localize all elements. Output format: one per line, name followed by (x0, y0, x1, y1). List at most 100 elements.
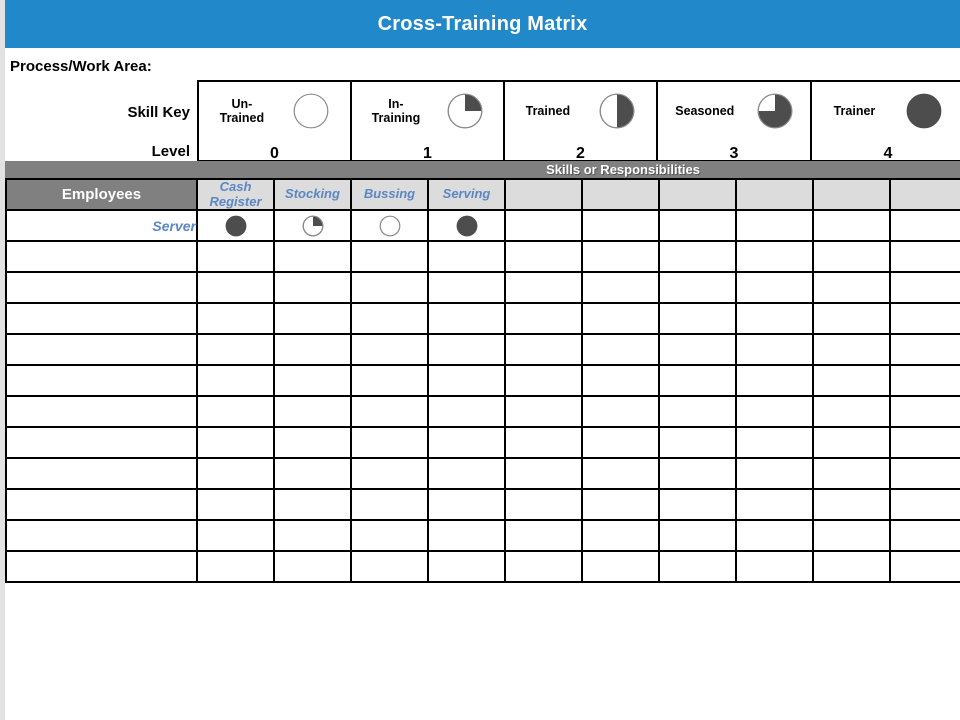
skill-cell-r12-c6[interactable] (581, 550, 660, 584)
skill-cell-r9-c4[interactable] (427, 457, 506, 491)
skill-cell-r12-c7[interactable] (658, 550, 737, 584)
skill-cell-r3-c5[interactable] (504, 271, 583, 305)
skill-cell-r3-c9[interactable] (812, 271, 891, 305)
skill-column-header-9[interactable] (812, 177, 891, 212)
skill-cell-r5-c7[interactable] (658, 333, 737, 367)
skill-cell-r3-c1[interactable] (196, 271, 275, 305)
skill-cell-r3-c8[interactable] (735, 271, 814, 305)
skill-cell-r2-c1[interactable] (196, 240, 275, 274)
employee-name-cell[interactable] (5, 519, 198, 553)
skill-cell-r5-c6[interactable] (581, 333, 660, 367)
skill-cell-r6-c3[interactable] (350, 364, 429, 398)
skill-cell-r2-c3[interactable] (350, 240, 429, 274)
skill-cell-r11-c3[interactable] (350, 519, 429, 553)
skill-cell-r2-c5[interactable] (504, 240, 583, 274)
skill-cell-r12-c8[interactable] (735, 550, 814, 584)
skill-cell-r4-c8[interactable] (735, 302, 814, 336)
skill-cell-r7-c6[interactable] (581, 395, 660, 429)
skill-column-header-4[interactable]: Serving (427, 177, 506, 212)
skill-column-header-10[interactable] (889, 177, 960, 212)
skill-column-header-3[interactable]: Bussing (350, 177, 429, 212)
skill-cell-r10-c4[interactable] (427, 488, 506, 522)
skill-cell-r1-c6[interactable] (581, 209, 660, 243)
skill-cell-r1-c7[interactable] (658, 209, 737, 243)
skill-cell-r7-c9[interactable] (812, 395, 891, 429)
skill-cell-r2-c4[interactable] (427, 240, 506, 274)
skill-cell-r8-c4[interactable] (427, 426, 506, 460)
skill-cell-r11-c1[interactable] (196, 519, 275, 553)
skill-cell-r6-c1[interactable] (196, 364, 275, 398)
skill-cell-r10-c10[interactable] (889, 488, 960, 522)
skill-cell-r5-c10[interactable] (889, 333, 960, 367)
skill-cell-r3-c3[interactable] (350, 271, 429, 305)
employee-name-cell[interactable] (5, 550, 198, 584)
skill-cell-r7-c2[interactable] (273, 395, 352, 429)
employee-name-cell[interactable]: Server (5, 209, 198, 243)
skill-cell-r1-c1[interactable] (196, 209, 275, 243)
skill-cell-r8-c3[interactable] (350, 426, 429, 460)
skill-cell-r6-c4[interactable] (427, 364, 506, 398)
skill-cell-r3-c2[interactable] (273, 271, 352, 305)
skill-cell-r11-c2[interactable] (273, 519, 352, 553)
skill-cell-r5-c3[interactable] (350, 333, 429, 367)
skill-cell-r7-c5[interactable] (504, 395, 583, 429)
skill-cell-r11-c5[interactable] (504, 519, 583, 553)
skill-cell-r5-c1[interactable] (196, 333, 275, 367)
skill-column-header-7[interactable] (658, 177, 737, 212)
skill-cell-r1-c2[interactable] (273, 209, 352, 243)
skill-cell-r9-c10[interactable] (889, 457, 960, 491)
skill-cell-r3-c6[interactable] (581, 271, 660, 305)
skill-cell-r9-c2[interactable] (273, 457, 352, 491)
skill-cell-r12-c9[interactable] (812, 550, 891, 584)
employee-name-cell[interactable] (5, 488, 198, 522)
skill-cell-r3-c7[interactable] (658, 271, 737, 305)
skill-cell-r3-c10[interactable] (889, 271, 960, 305)
skill-cell-r7-c3[interactable] (350, 395, 429, 429)
employee-name-cell[interactable] (5, 240, 198, 274)
skill-cell-r12-c1[interactable] (196, 550, 275, 584)
skill-cell-r4-c2[interactable] (273, 302, 352, 336)
skill-cell-r5-c8[interactable] (735, 333, 814, 367)
employee-name-cell[interactable] (5, 426, 198, 460)
skill-cell-r8-c6[interactable] (581, 426, 660, 460)
skill-column-header-2[interactable]: Stocking (273, 177, 352, 212)
skill-column-header-6[interactable] (581, 177, 660, 212)
skill-cell-r9-c9[interactable] (812, 457, 891, 491)
employee-name-cell[interactable] (5, 333, 198, 367)
skill-cell-r6-c5[interactable] (504, 364, 583, 398)
skill-cell-r9-c5[interactable] (504, 457, 583, 491)
skill-cell-r11-c7[interactable] (658, 519, 737, 553)
skill-cell-r9-c6[interactable] (581, 457, 660, 491)
skill-cell-r1-c5[interactable] (504, 209, 583, 243)
skill-cell-r7-c1[interactable] (196, 395, 275, 429)
skill-column-header-8[interactable] (735, 177, 814, 212)
skill-cell-r4-c1[interactable] (196, 302, 275, 336)
skill-column-header-5[interactable] (504, 177, 583, 212)
skill-cell-r7-c7[interactable] (658, 395, 737, 429)
skill-cell-r10-c7[interactable] (658, 488, 737, 522)
skill-cell-r4-c5[interactable] (504, 302, 583, 336)
skill-column-header-1[interactable]: Cash Register (196, 177, 275, 212)
skill-cell-r1-c9[interactable] (812, 209, 891, 243)
skill-cell-r6-c9[interactable] (812, 364, 891, 398)
skill-cell-r5-c4[interactable] (427, 333, 506, 367)
skill-cell-r4-c9[interactable] (812, 302, 891, 336)
skill-cell-r1-c8[interactable] (735, 209, 814, 243)
skill-cell-r5-c2[interactable] (273, 333, 352, 367)
skill-cell-r3-c4[interactable] (427, 271, 506, 305)
skill-cell-r1-c4[interactable] (427, 209, 506, 243)
skill-cell-r9-c8[interactable] (735, 457, 814, 491)
skill-cell-r12-c10[interactable] (889, 550, 960, 584)
skill-cell-r8-c5[interactable] (504, 426, 583, 460)
skill-cell-r8-c10[interactable] (889, 426, 960, 460)
skill-cell-r6-c6[interactable] (581, 364, 660, 398)
skill-cell-r2-c10[interactable] (889, 240, 960, 274)
skill-cell-r11-c6[interactable] (581, 519, 660, 553)
skill-cell-r2-c7[interactable] (658, 240, 737, 274)
skill-cell-r11-c9[interactable] (812, 519, 891, 553)
skill-cell-r4-c3[interactable] (350, 302, 429, 336)
skill-cell-r7-c4[interactable] (427, 395, 506, 429)
skill-cell-r8-c9[interactable] (812, 426, 891, 460)
employee-name-cell[interactable] (5, 457, 198, 491)
skill-cell-r10-c6[interactable] (581, 488, 660, 522)
